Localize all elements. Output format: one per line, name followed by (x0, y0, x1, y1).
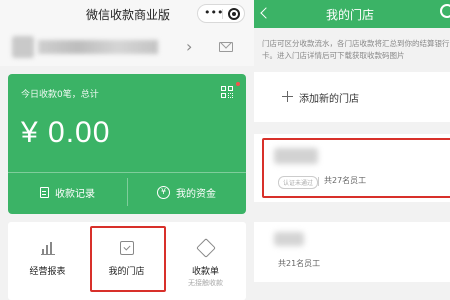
card-divider (8, 172, 246, 173)
store-name-blurred (274, 232, 304, 246)
left-panel: 微信收款商业版 ••• › 今日收款0笔，总计 ¥ 0.00 收款记录 ¥ 我的… (0, 0, 254, 300)
merchant-name-blurred (38, 40, 158, 54)
nav-bar: 我的门店 (254, 0, 450, 28)
plus-icon (282, 91, 293, 102)
add-store-label: 添加新的门店 (299, 94, 359, 105)
page-title: 我的门店 (326, 8, 375, 22)
today-amount: ¥ 0.00 (21, 116, 111, 149)
records-button[interactable]: 收款记录 (8, 176, 127, 208)
chevron-right-icon[interactable]: › (186, 37, 192, 56)
grid-item-sublabel: 无接触收款 (188, 279, 223, 287)
highlight-box-my-store (90, 226, 166, 292)
grid-item-label: 收款单 (191, 267, 219, 277)
income-card: 今日收款0笔，总计 ¥ 0.00 收款记录 ¥ 我的资金 (8, 74, 246, 214)
right-panel: 我的门店 门店可区分收款流水，各门店收款将汇总到你的结算银行卡。进入门店详情后可… (254, 0, 450, 300)
page-title: 微信收款商业版 (86, 8, 171, 22)
funds-button[interactable]: ¥ 我的资金 (127, 176, 246, 208)
highlight-box-store (262, 138, 450, 198)
document-icon (40, 186, 49, 198)
nav-bar: 微信收款商业版 ••• (0, 0, 254, 28)
qr-code-icon[interactable] (221, 86, 233, 98)
mini-program-capsule[interactable]: ••• (197, 4, 245, 23)
notification-dot (236, 82, 240, 86)
grid-item-reports[interactable]: 经营报表 (8, 222, 87, 300)
merchant-account-row[interactable]: › (0, 28, 254, 66)
tag-icon (196, 238, 216, 258)
grid-item-payment-form[interactable]: 收款单 无接触收款 (166, 222, 245, 300)
capsule-divider (222, 9, 223, 19)
close-target-icon[interactable] (440, 4, 450, 18)
add-store-button[interactable]: 添加新的门店 (254, 72, 450, 122)
close-target-icon[interactable] (228, 8, 240, 20)
employee-count: 共21名员工 (278, 259, 321, 268)
store-description: 门店可区分收款流水，各门店收款将汇总到你的结算银行卡。进入门店详情后可下载获取收… (262, 39, 450, 60)
store-card[interactable]: 共21名员工 (254, 222, 450, 282)
yen-coin-icon: ¥ (157, 185, 170, 199)
mail-icon[interactable] (219, 42, 233, 52)
funds-label: 我的资金 (176, 188, 216, 200)
avatar (12, 36, 34, 58)
today-summary: 今日收款0笔，总计 (21, 90, 99, 100)
more-icon[interactable]: ••• (204, 6, 223, 20)
bar-chart-icon (41, 241, 55, 255)
grid-item-label: 经营报表 (29, 267, 66, 277)
records-label: 收款记录 (55, 188, 95, 200)
back-arrow-icon[interactable] (260, 7, 272, 19)
